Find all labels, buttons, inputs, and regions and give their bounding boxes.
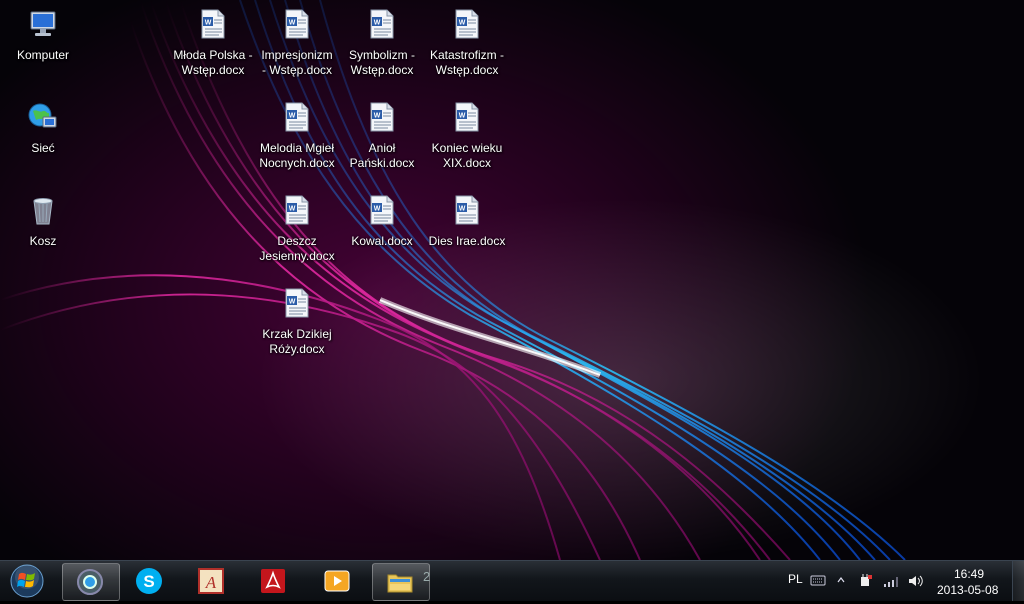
svg-text:W: W [374, 113, 381, 120]
keyboard-icon[interactable] [810, 573, 826, 587]
taskbar-pdf-reader-button[interactable] [246, 563, 302, 599]
pdf-reader-icon [261, 569, 285, 593]
skype-icon: S [136, 568, 162, 594]
svg-text:W: W [289, 299, 296, 306]
taskbar: S A 2 PL 16:49 2013-05-08 [0, 560, 1024, 601]
svg-text:W: W [374, 20, 381, 27]
wallpaper [0, 0, 906, 560]
docx-icon: W [201, 9, 225, 39]
desktop-icon-docx[interactable]: W Dies Irae.docx [424, 190, 510, 249]
taskbar-media-player-button[interactable] [310, 563, 366, 599]
show-desktop-button[interactable] [1012, 561, 1024, 601]
network-icon [28, 103, 57, 128]
desktop-icon-docx[interactable]: W Krzak Dzikiej Róży.docx [254, 283, 340, 357]
speaker-icon[interactable] [907, 573, 923, 589]
desktop-icon-label: Komputer [16, 48, 70, 62]
start-button[interactable] [6, 563, 48, 599]
docx-icon: W [285, 195, 309, 225]
computer-icon [30, 11, 56, 36]
taskbar-explorer-button[interactable] [372, 563, 430, 601]
recycle-bin-icon [33, 198, 53, 225]
docx-icon: W [285, 102, 309, 132]
docx-icon: W [455, 9, 479, 39]
svg-text:W: W [374, 206, 381, 213]
signal-bars-icon[interactable] [883, 573, 899, 589]
show-hidden-icons-chevron-icon[interactable] [836, 575, 846, 585]
desktop-icon-docx[interactable]: W Katastrofizm - Wstęp.docx [424, 4, 510, 78]
chrome-icon [77, 569, 103, 595]
svg-text:W: W [459, 20, 466, 27]
svg-text:A: A [205, 573, 217, 592]
svg-text:W: W [289, 113, 296, 120]
desktop-icon-docx[interactable]: W Koniec wieku XIX.docx [424, 97, 510, 171]
desktop-icon-docx[interactable]: W Młoda Polska - Wstęp.docx [170, 4, 256, 78]
docx-icon: W [370, 9, 394, 39]
windows-orb-icon [10, 564, 44, 598]
svg-text:W: W [205, 20, 212, 27]
docx-icon: W [285, 288, 309, 318]
desktop-icon-label: Deszcz Jesienny.docx [259, 234, 335, 263]
desktop-icon-label: Melodia Mgieł Nocnych.docx [259, 141, 335, 170]
docx-icon: W [370, 195, 394, 225]
svg-text:S: S [143, 572, 154, 591]
desktop-icon-label: Krzak Dzikiej Róży.docx [262, 327, 332, 356]
desktop-icon-docx[interactable]: W Deszcz Jesienny.docx [254, 190, 340, 264]
docx-icon: W [370, 102, 394, 132]
taskbar-dictionary-button[interactable]: A [184, 563, 240, 599]
desktop-icon-label: Katastrofizm - Wstęp.docx [429, 48, 504, 77]
desktop-icon-label: Anioł Pański.docx [349, 141, 415, 170]
docx-icon: W [285, 9, 309, 39]
desktop-icon-label: Impresjonizm - Wstęp.docx [261, 48, 333, 77]
desktop-icon-label: Młoda Polska - Wstęp.docx [173, 48, 253, 77]
taskbar-chrome-button[interactable] [62, 563, 120, 601]
dictionary-icon: A [198, 568, 224, 594]
taskbar-skype-button[interactable]: S [122, 563, 178, 599]
explorer-folder-icon [387, 574, 413, 593]
docx-icon: W [455, 102, 479, 132]
desktop-icon-kosz[interactable]: Kosz [0, 190, 86, 249]
desktop-icon-siec[interactable]: Sieć [0, 97, 86, 156]
desktop-icon-label: Dies Irae.docx [428, 234, 506, 248]
desktop-icon-docx[interactable]: W Anioł Pański.docx [339, 97, 425, 171]
svg-text:W: W [289, 206, 296, 213]
desktop-icon-docx[interactable]: W Symbolizm - Wstęp.docx [339, 4, 425, 78]
media-player-icon [324, 570, 350, 592]
desktop-icon-docx[interactable]: W Impresjonizm - Wstęp.docx [254, 4, 340, 78]
desktop-icon-label: Koniec wieku XIX.docx [431, 141, 503, 170]
desktop-icon-label: Kowal.docx [351, 234, 413, 248]
language-indicator[interactable]: PL [788, 572, 803, 586]
clock-time[interactable]: 16:49 [954, 567, 984, 581]
explorer-window-count: 2 [423, 569, 431, 584]
svg-text:W: W [459, 113, 466, 120]
desktop-icon-label: Kosz [29, 234, 57, 248]
desktop[interactable]: Komputer Sieć Kosz W Młoda Polska - Wstę… [0, 0, 1024, 560]
power-plug-icon[interactable] [858, 573, 874, 589]
svg-text:W: W [459, 206, 466, 213]
docx-icon: W [455, 195, 479, 225]
desktop-icon-label: Symbolizm - Wstęp.docx [348, 48, 415, 77]
desktop-icon-komputer[interactable]: Komputer [0, 4, 86, 63]
desktop-icon-label: Sieć [31, 141, 55, 155]
svg-text:W: W [289, 20, 296, 27]
desktop-icon-docx[interactable]: W Melodia Mgieł Nocnych.docx [254, 97, 340, 171]
desktop-icon-docx[interactable]: W Kowal.docx [339, 190, 425, 249]
clock-date[interactable]: 2013-05-08 [937, 583, 998, 597]
